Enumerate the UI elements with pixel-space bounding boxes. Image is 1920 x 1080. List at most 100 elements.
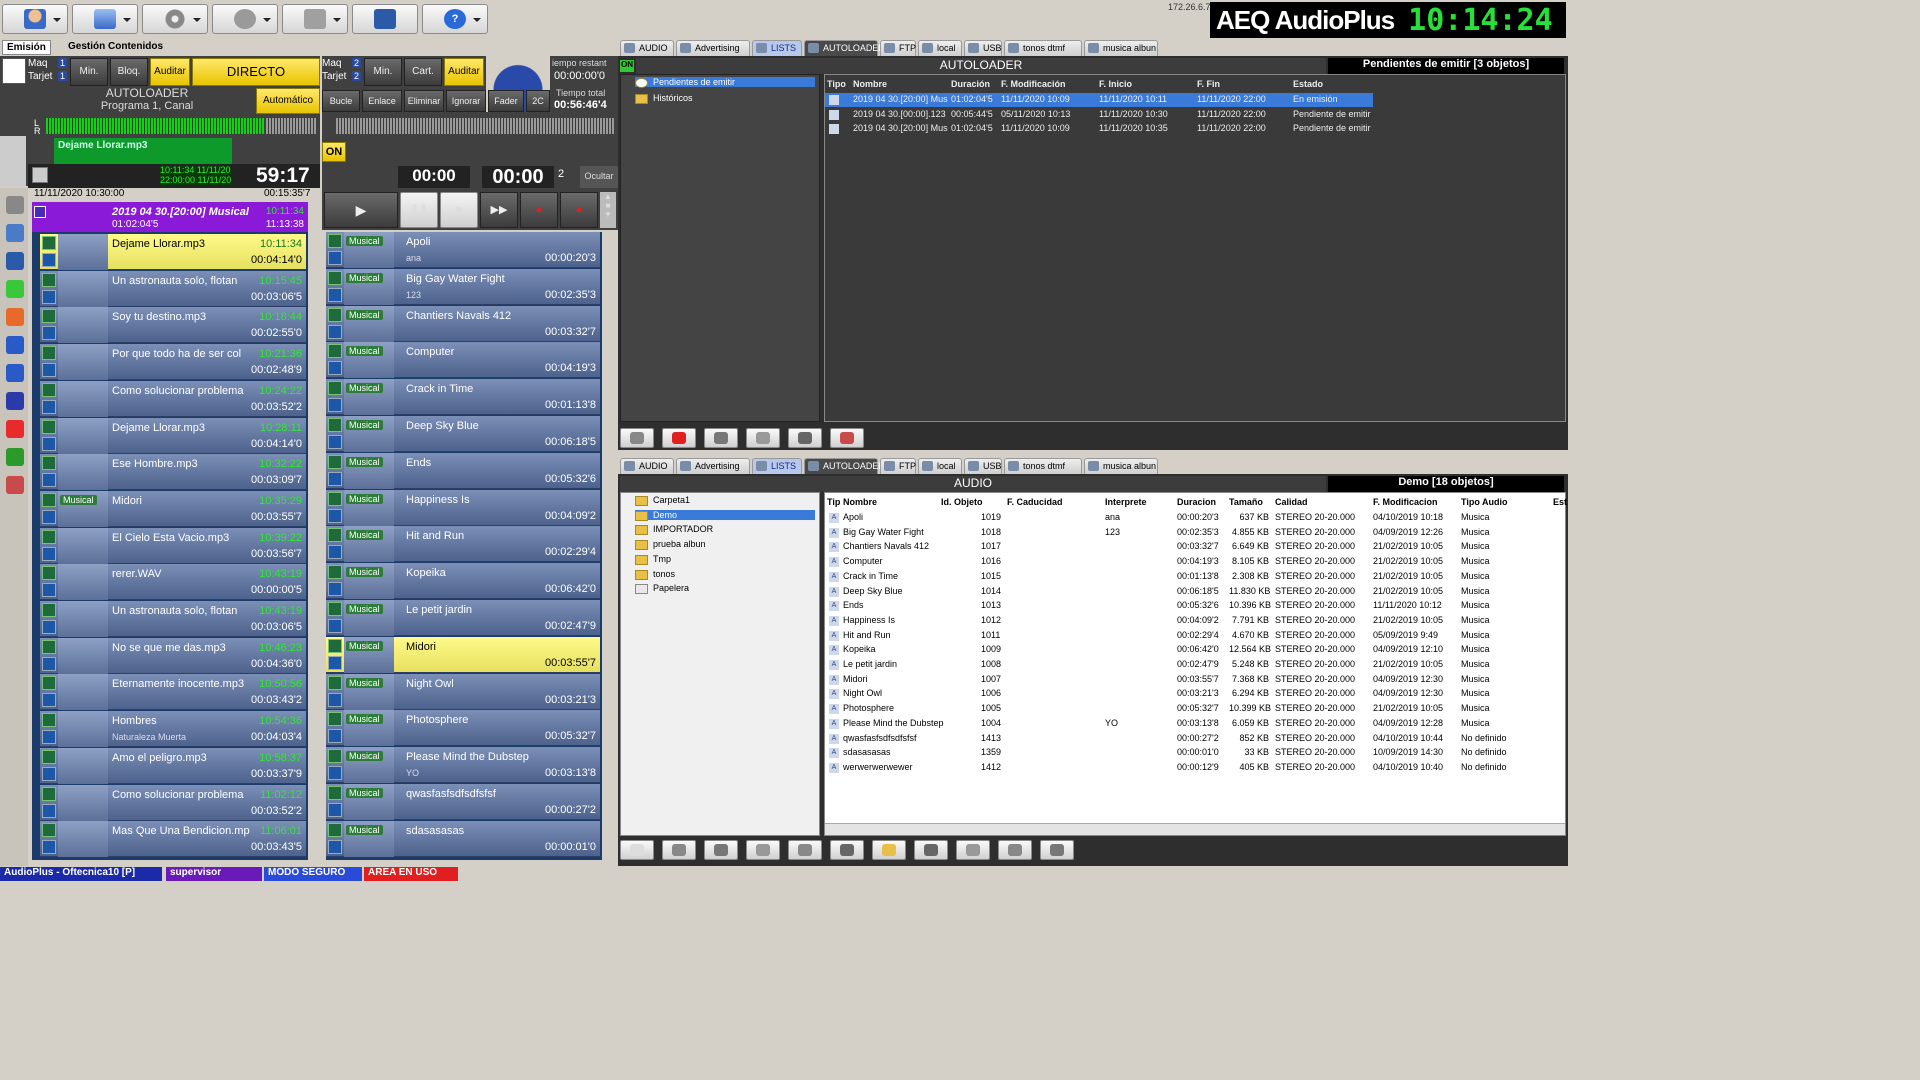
- table-row[interactable]: A Apoli 1019 ana 00:00:20'3 637 KB STEREO 20-2…: [825, 511, 1565, 525]
- disabled-icon[interactable]: [42, 693, 56, 708]
- auditar-button[interactable]: Auditar: [444, 58, 484, 86]
- settings-button[interactable]: [142, 4, 208, 34]
- table-row[interactable]: A Crack in Time 1015 00:01:13'8 2.308 KB STER…: [825, 570, 1565, 584]
- col-header[interactable]: F. Modificacion: [1373, 497, 1438, 507]
- check-icon[interactable]: [42, 419, 56, 434]
- col-header[interactable]: Nombre: [853, 79, 887, 89]
- disabled-icon[interactable]: [42, 620, 56, 634]
- disabled-icon[interactable]: [328, 287, 342, 302]
- record-icon[interactable]: ●: [520, 192, 558, 228]
- tab-musica-albun[interactable]: musica albun: [1084, 40, 1158, 56]
- disabled-icon[interactable]: [328, 839, 342, 854]
- tab-audio[interactable]: AUDIO: [620, 458, 674, 474]
- check-icon[interactable]: [42, 346, 56, 361]
- check-icon[interactable]: [42, 786, 56, 801]
- disabled-icon[interactable]: [328, 803, 342, 817]
- timer-icon[interactable]: [6, 252, 24, 270]
- check-icon[interactable]: [42, 456, 56, 471]
- disabled-icon[interactable]: [42, 363, 56, 378]
- tab-local[interactable]: local: [918, 40, 962, 56]
- playlist-item[interactable]: Un astronauta solo, flotan 10:43:19 00:03:…: [40, 601, 306, 637]
- table-row[interactable]: A Photosphere 1005 00:05:32'7 10.399 KB STERE…: [825, 702, 1565, 716]
- tab-usb[interactable]: USB: [964, 40, 1002, 56]
- playlist-item[interactable]: Musical Midori 10:35:29 00:03:55'7: [40, 490, 306, 527]
- playlist-item[interactable]: Por que todo ha de ser col 10:21:36 00:02:…: [40, 344, 306, 381]
- playlist-item[interactable]: Amo el peligro.mp3 10:58:37 00:03:37'9: [40, 747, 306, 784]
- disabled-icon[interactable]: [328, 251, 342, 265]
- toolbar-button-10[interactable]: [998, 840, 1032, 860]
- check-icon[interactable]: [328, 381, 342, 396]
- col-header[interactable]: Tipo: [827, 79, 846, 89]
- tab-local[interactable]: local: [918, 458, 962, 474]
- playlist-item[interactable]: Musical Chantiers Navals 412 00:03:32'7: [326, 305, 600, 342]
- check-icon[interactable]: [328, 234, 342, 248]
- disabled-icon[interactable]: [42, 730, 56, 745]
- tab-advertising[interactable]: Advertising: [676, 458, 750, 474]
- toolbar-button-2[interactable]: [662, 840, 696, 860]
- toolbar-button-11[interactable]: [1040, 840, 1074, 860]
- screen-icon[interactable]: [6, 392, 24, 410]
- tab-gestion-contenidos[interactable]: Gestión Contenidos: [64, 40, 167, 55]
- playlist-item[interactable]: Musical Happiness Is 00:04:09'2: [326, 489, 600, 526]
- playlist-item[interactable]: Dejame Llorar.mp3 10:28:11 00:04:14'0: [40, 417, 306, 454]
- toolbar-button-2[interactable]: [662, 428, 696, 448]
- windows-button[interactable]: [72, 4, 138, 34]
- toolbar-button-1[interactable]: [620, 840, 654, 860]
- waveform-button[interactable]: [352, 4, 418, 34]
- toolbar-button-3[interactable]: [704, 428, 738, 448]
- toggle-icon[interactable]: [32, 167, 48, 183]
- toolbar-button-5[interactable]: [788, 428, 822, 448]
- table-row[interactable]: A Happiness Is 1012 00:04:09'2 7.791 KB STERE…: [825, 614, 1565, 628]
- playlist-item[interactable]: Musical Kopeika 00:06:42'0: [326, 563, 600, 600]
- toolbar-button-1[interactable]: [620, 428, 654, 448]
- check-icon[interactable]: [42, 603, 56, 617]
- playlist-item[interactable]: Musical Crack in Time 00:01:13'8: [326, 379, 600, 416]
- disabled-icon[interactable]: [42, 803, 56, 818]
- playlist-item[interactable]: Musical Big Gay Water Fight 123 00:02:35'3: [326, 268, 600, 305]
- check-icon[interactable]: [328, 418, 342, 432]
- tree-item-tmp[interactable]: Tmp: [635, 554, 671, 565]
- check-icon[interactable]: [328, 454, 342, 469]
- playlist-item[interactable]: Musical sdasasasas 00:00:01'0: [326, 820, 600, 857]
- tree-item-historicos[interactable]: Históricos: [635, 93, 693, 104]
- check-icon[interactable]: [328, 822, 342, 837]
- check-icon[interactable]: [42, 713, 56, 728]
- toolbar-button-4[interactable]: [746, 840, 780, 860]
- col-header[interactable]: Tip: [827, 497, 840, 507]
- check-icon[interactable]: [328, 675, 342, 690]
- disabled-icon[interactable]: [328, 398, 342, 413]
- disabled-icon[interactable]: [42, 253, 56, 267]
- check-icon[interactable]: [42, 639, 56, 654]
- playlist-item[interactable]: Musical Please Mind the Dubstep YO 00:03:13…: [326, 747, 600, 784]
- check-icon[interactable]: [328, 602, 342, 616]
- disabled-icon[interactable]: [328, 435, 342, 449]
- playlist-item[interactable]: Ese Hombre.mp3 10:32:22 00:03:09'7: [40, 454, 306, 491]
- disabled-icon[interactable]: [328, 729, 342, 744]
- check-icon[interactable]: [42, 566, 56, 581]
- tab-ftp[interactable]: FTP: [880, 458, 916, 474]
- playlist-item[interactable]: Musical Hit and Run 00:02:29'4: [326, 526, 600, 563]
- playlist-item[interactable]: Soy tu destino.mp3 10:18:44 00:02:55'0: [40, 307, 306, 344]
- playlist-item[interactable]: Eternamente inocente.mp3 10:50:56 00:03:43…: [40, 674, 306, 711]
- scroll-arrows[interactable]: ▲ ■ ▼: [600, 192, 616, 228]
- playlist-item[interactable]: Dejame Llorar.mp3 10:11:34 00:04:14'0: [40, 234, 306, 270]
- col-header[interactable]: Tamaño: [1229, 497, 1263, 507]
- col-header[interactable]: Nombre: [843, 497, 877, 507]
- min-button[interactable]: Min.: [70, 58, 108, 86]
- stop-button[interactable]: ■: [440, 192, 478, 228]
- shuffle-icon[interactable]: [6, 420, 24, 438]
- col-header[interactable]: Id. Objeto: [941, 497, 983, 507]
- check-icon[interactable]: [328, 638, 342, 653]
- col-header[interactable]: Estado: [1293, 79, 1323, 89]
- ignorar-button[interactable]: Ignorar: [446, 90, 486, 112]
- tab-lists[interactable]: LISTS: [752, 458, 802, 474]
- playlist-item[interactable]: Musical Night Owl 00:03:21'3: [326, 673, 600, 710]
- disabled-icon[interactable]: [328, 545, 342, 560]
- check-icon[interactable]: [42, 272, 56, 287]
- toolbar-button-8[interactable]: [914, 840, 948, 860]
- tab-advertising[interactable]: Advertising: [676, 40, 750, 56]
- playlist-item[interactable]: Musical Midori 00:03:55'7: [326, 636, 600, 673]
- disabled-icon[interactable]: [328, 582, 342, 597]
- col-header[interactable]: Duración: [951, 79, 990, 89]
- disabled-icon[interactable]: [328, 619, 342, 633]
